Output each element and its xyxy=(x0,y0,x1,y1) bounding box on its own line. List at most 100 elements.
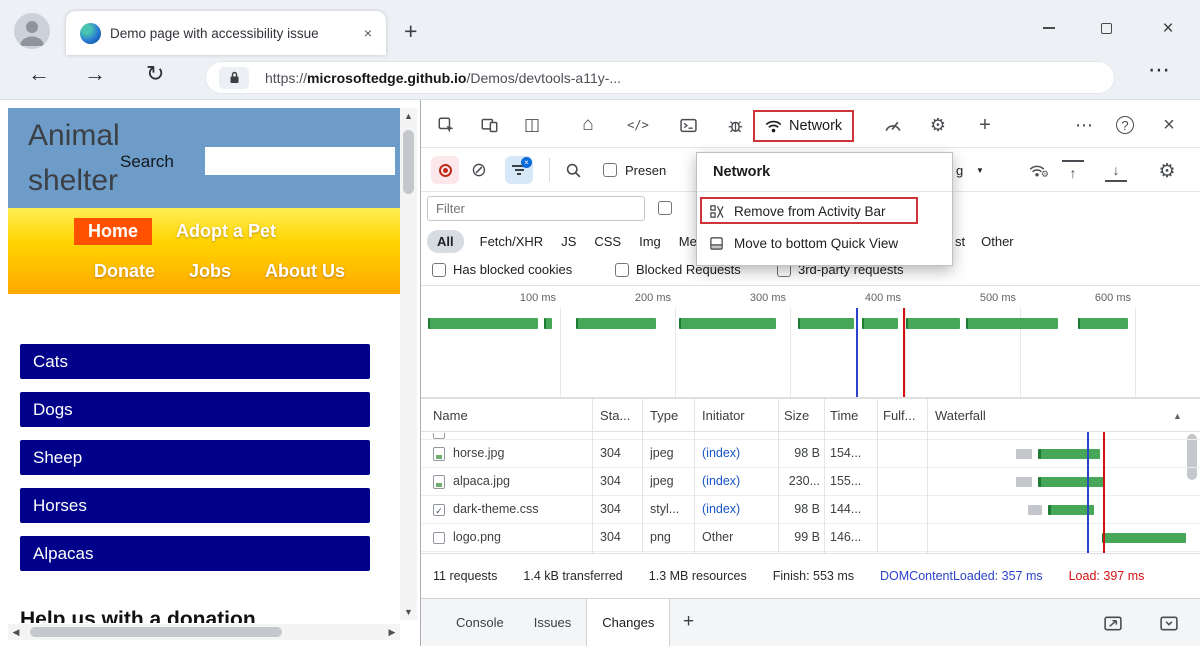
animal-button-sheep[interactable]: Sheep xyxy=(20,440,370,475)
request-type-pills: AllFetch/XHRJSCSSImgMed xyxy=(427,226,706,256)
refresh-button[interactable]: ↻ xyxy=(146,61,164,87)
scroll-right-icon[interactable]: ▶ xyxy=(384,624,400,640)
new-tab-button[interactable]: + xyxy=(404,18,417,45)
column-header-time[interactable]: Time xyxy=(830,399,875,432)
throttling-dropdown[interactable]: g xyxy=(956,163,963,178)
nav-link-adopt-a-pet[interactable]: Adopt a Pet xyxy=(174,218,278,245)
search-network-button[interactable] xyxy=(561,159,585,181)
request-row-logo-png[interactable]: logo.png304pngOther99 B146... xyxy=(421,524,1200,552)
device-emulation-button[interactable] xyxy=(478,114,500,136)
export-har-button[interactable]: ↓ xyxy=(1105,160,1127,182)
animal-button-horses[interactable]: Horses xyxy=(20,488,370,523)
back-button[interactable]: ← xyxy=(28,61,50,87)
page-horizontal-scrollbar[interactable]: ◀ ▶ xyxy=(8,624,400,640)
tab-close-icon[interactable]: × xyxy=(360,25,376,41)
menu-item-remove-from-activity-bar[interactable]: Remove from Activity Bar xyxy=(697,195,952,227)
filter-option-has-blocked-cookies[interactable]: Has blocked cookies xyxy=(432,262,572,277)
request-initiator[interactable]: (index) xyxy=(702,440,776,467)
column-header-waterfall[interactable]: Waterfall xyxy=(935,399,1165,432)
request-row-alpaca-jpg[interactable]: alpaca.jpg304jpeg(index)230...155... xyxy=(421,468,1200,496)
close-window-button[interactable]: × xyxy=(1154,14,1182,42)
has-blocked-cookies-checkbox[interactable] xyxy=(432,263,446,277)
invert-filter-checkbox[interactable] xyxy=(658,201,672,215)
animal-button-cats[interactable]: Cats xyxy=(20,344,370,379)
network-settings-button[interactable]: ⚙ xyxy=(1156,160,1178,182)
request-initiator[interactable]: (index) xyxy=(702,468,776,495)
column-header-sta[interactable]: Sta... xyxy=(600,399,642,432)
caret-down-icon[interactable]: ▼ xyxy=(976,166,984,175)
sort-ascending-icon[interactable]: ▲ xyxy=(1173,411,1182,421)
drawer-tab-changes[interactable]: Changes xyxy=(586,599,670,646)
activity-bar-network-button[interactable]: Network xyxy=(753,110,854,142)
column-header-name[interactable]: Name xyxy=(433,399,583,432)
preserve-log-checkbox[interactable] xyxy=(603,163,617,177)
network-conditions-button[interactable]: ⚙ xyxy=(1026,160,1048,182)
blocked-requests-checkbox[interactable] xyxy=(615,263,629,277)
tool-welcome-button[interactable]: ⌂ xyxy=(577,114,599,136)
nav-link-about-us[interactable]: About Us xyxy=(263,258,347,285)
column-header-fulf[interactable]: Fulf... xyxy=(883,399,925,432)
request-initiator[interactable]: (index) xyxy=(702,496,776,523)
page-header: Animal shelter Search xyxy=(8,108,400,208)
dock-quick-view-button[interactable] xyxy=(1101,613,1125,633)
request-row-horse-jpg[interactable]: horse.jpg304jpeg(index)98 B154... xyxy=(421,440,1200,468)
close-devtools-button[interactable]: × xyxy=(1158,114,1180,136)
column-header-initiator[interactable]: Initiator xyxy=(702,399,776,432)
scroll-left-icon[interactable]: ◀ xyxy=(8,624,24,640)
tool-settings-gear-button[interactable]: ⚙ xyxy=(927,114,949,136)
animal-button-dogs[interactable]: Dogs xyxy=(20,392,370,427)
horizontal-scroll-thumb[interactable] xyxy=(30,627,282,637)
quick-view-drawer: ConsoleIssuesChanges + xyxy=(421,598,1200,646)
request-type-pill-css[interactable]: CSS xyxy=(592,230,623,253)
scroll-down-icon[interactable]: ▼ xyxy=(400,604,417,620)
help-button[interactable]: ? xyxy=(1116,116,1134,134)
site-permissions-chip[interactable] xyxy=(219,67,249,89)
import-har-button[interactable]: ↑ xyxy=(1062,160,1084,182)
tool-console-button[interactable] xyxy=(677,114,699,136)
request-type-pill-all[interactable]: All xyxy=(427,230,464,253)
filter-toggle-button[interactable]: × xyxy=(505,156,533,184)
minimize-button[interactable] xyxy=(1035,14,1063,42)
filter-input[interactable] xyxy=(427,196,645,221)
expand-quick-view-button[interactable] xyxy=(1157,613,1181,633)
add-tool-button[interactable]: + xyxy=(974,114,996,136)
column-header-size[interactable]: Size xyxy=(784,399,820,432)
column-header-type[interactable]: Type xyxy=(650,399,694,432)
menu-item-move-to-bottom-quick-view[interactable]: Move to bottom Quick View xyxy=(697,227,952,259)
forward-button[interactable]: → xyxy=(84,61,106,87)
scroll-up-icon[interactable]: ▲ xyxy=(400,108,417,124)
clear-network-log-button[interactable]: ⊘ xyxy=(467,159,491,181)
nav-link-jobs[interactable]: Jobs xyxy=(187,258,233,285)
profile-avatar[interactable] xyxy=(14,13,50,49)
add-drawer-tab-button[interactable]: + xyxy=(683,611,694,633)
status-code: 304 xyxy=(600,496,640,523)
request-row-dark-theme-css[interactable]: ✓dark-theme.css304styl...(index)98 B144.… xyxy=(421,496,1200,524)
timeline-gridline xyxy=(675,308,676,397)
dock-side-button[interactable]: ◫ xyxy=(521,114,543,136)
request-type-pill-js[interactable]: JS xyxy=(559,230,578,253)
tool-sources-button[interactable]: </> xyxy=(623,114,653,136)
inspect-element-button[interactable] xyxy=(435,114,457,136)
nav-link-home[interactable]: Home xyxy=(74,218,152,245)
search-input[interactable] xyxy=(205,147,395,175)
maximize-button[interactable] xyxy=(1092,14,1120,42)
request-size: 98 B xyxy=(778,440,820,467)
request-type-pill-other[interactable]: Other xyxy=(979,230,1016,253)
record-network-log-button[interactable] xyxy=(431,156,459,184)
animal-button-alpacas[interactable]: Alpacas xyxy=(20,536,370,571)
vertical-scroll-thumb[interactable] xyxy=(403,130,414,194)
tool-issues-button[interactable] xyxy=(724,114,746,136)
url-bar[interactable]: https://microsoftedge.github.io/Demos/de… xyxy=(205,61,1115,94)
drawer-tab-issues[interactable]: Issues xyxy=(519,599,587,646)
request-type-pill-st[interactable]: st xyxy=(953,230,967,253)
nav-link-donate[interactable]: Donate xyxy=(92,258,157,285)
request-type-pill-fetch-xhr[interactable]: Fetch/XHR xyxy=(478,230,546,253)
page-vertical-scrollbar[interactable]: ▲ ▼ xyxy=(400,108,417,620)
network-overview-timeline[interactable]: 100 ms200 ms300 ms400 ms500 ms600 ms xyxy=(421,286,1200,398)
tool-performance-button[interactable] xyxy=(882,114,904,136)
request-type-pill-img[interactable]: Img xyxy=(637,230,663,253)
browser-menu-button[interactable]: ⋯ xyxy=(1148,57,1170,83)
more-tools-button[interactable]: ⋯ xyxy=(1073,114,1095,136)
browser-tab[interactable]: Demo page with accessibility issue × xyxy=(66,11,386,55)
drawer-tab-console[interactable]: Console xyxy=(441,599,519,646)
